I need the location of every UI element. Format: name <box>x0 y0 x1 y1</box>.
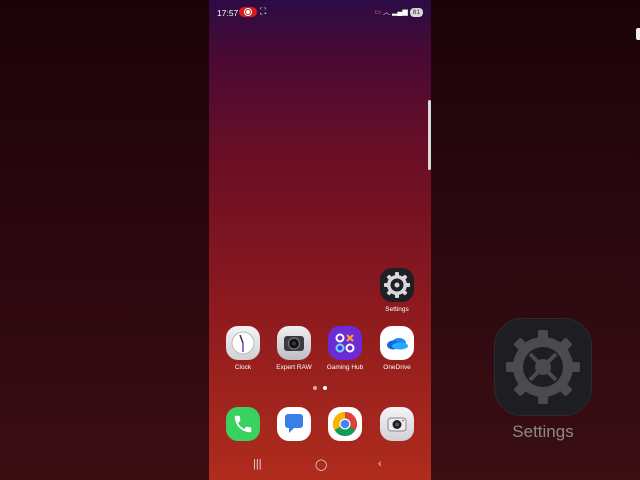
settings-preview-icon <box>494 318 592 416</box>
wifi-icon: ︿ <box>383 9 391 16</box>
fullscreen-icon: ⛶ <box>260 6 267 16</box>
app-label: Gaming Hub <box>326 364 364 371</box>
status-time: 17:57 <box>217 8 239 18</box>
home-icon[interactable]: ◯ <box>315 458 327 471</box>
gear-icon <box>384 272 410 298</box>
app-settings[interactable]: Settings <box>373 268 421 313</box>
chrome-icon <box>328 407 362 441</box>
scroll-handle[interactable] <box>428 100 431 170</box>
signal-icon: ▂▄▆ <box>392 9 408 16</box>
app-expert-raw[interactable]: Expert RAW <box>270 326 318 371</box>
record-icon <box>246 10 250 14</box>
page-dot[interactable] <box>313 386 317 390</box>
dock <box>209 407 431 447</box>
app-onedrive[interactable]: OneDrive <box>373 326 421 371</box>
dock-app-messages[interactable] <box>270 407 318 441</box>
battery-indicator: 81 <box>409 7 423 17</box>
app-label: Settings <box>385 306 409 313</box>
settings-icon <box>380 268 414 302</box>
cloud-icon <box>380 326 414 360</box>
cast-icon: ▭ <box>374 9 382 16</box>
screen-record-indicator[interactable] <box>239 7 257 17</box>
phone-icon <box>226 407 260 441</box>
recents-icon[interactable]: ||| <box>253 458 262 470</box>
back-icon[interactable]: ‹ <box>378 458 382 470</box>
dock-app-chrome[interactable] <box>321 407 369 441</box>
app-label: OneDrive <box>383 364 411 371</box>
camera-icon <box>380 407 414 441</box>
status-bar: 17:57 ⛶ ▭ ︿ ▂▄▆ 81 <box>209 0 431 24</box>
gear-icon <box>506 330 580 404</box>
dock-app-camera[interactable] <box>373 407 421 441</box>
gaming-hub-icon <box>328 326 362 360</box>
dock-app-phone[interactable] <box>219 407 267 441</box>
message-bubble-icon <box>277 407 311 441</box>
background-left-panel <box>0 0 209 480</box>
app-gaming-hub[interactable]: Gaming Hub <box>321 326 369 371</box>
page-dot-active[interactable] <box>323 386 327 390</box>
navigation-bar: ||| ◯ ‹ <box>209 458 431 478</box>
app-clock[interactable]: Clock <box>219 326 267 371</box>
settings-preview-label: Settings <box>512 422 574 441</box>
app-label: Clock <box>234 364 252 371</box>
clock-icon <box>226 326 260 360</box>
app-label: Expert RAW <box>276 364 312 371</box>
status-icons: ▭ ︿ ▂▄▆ 81 <box>374 7 423 17</box>
edge-indicator <box>636 28 640 40</box>
page-indicator <box>313 386 327 390</box>
phone-home-screen: 17:57 ⛶ ▭ ︿ ▂▄▆ 81 Settings Clock Expert… <box>209 0 431 480</box>
camera-lens-icon <box>277 326 311 360</box>
